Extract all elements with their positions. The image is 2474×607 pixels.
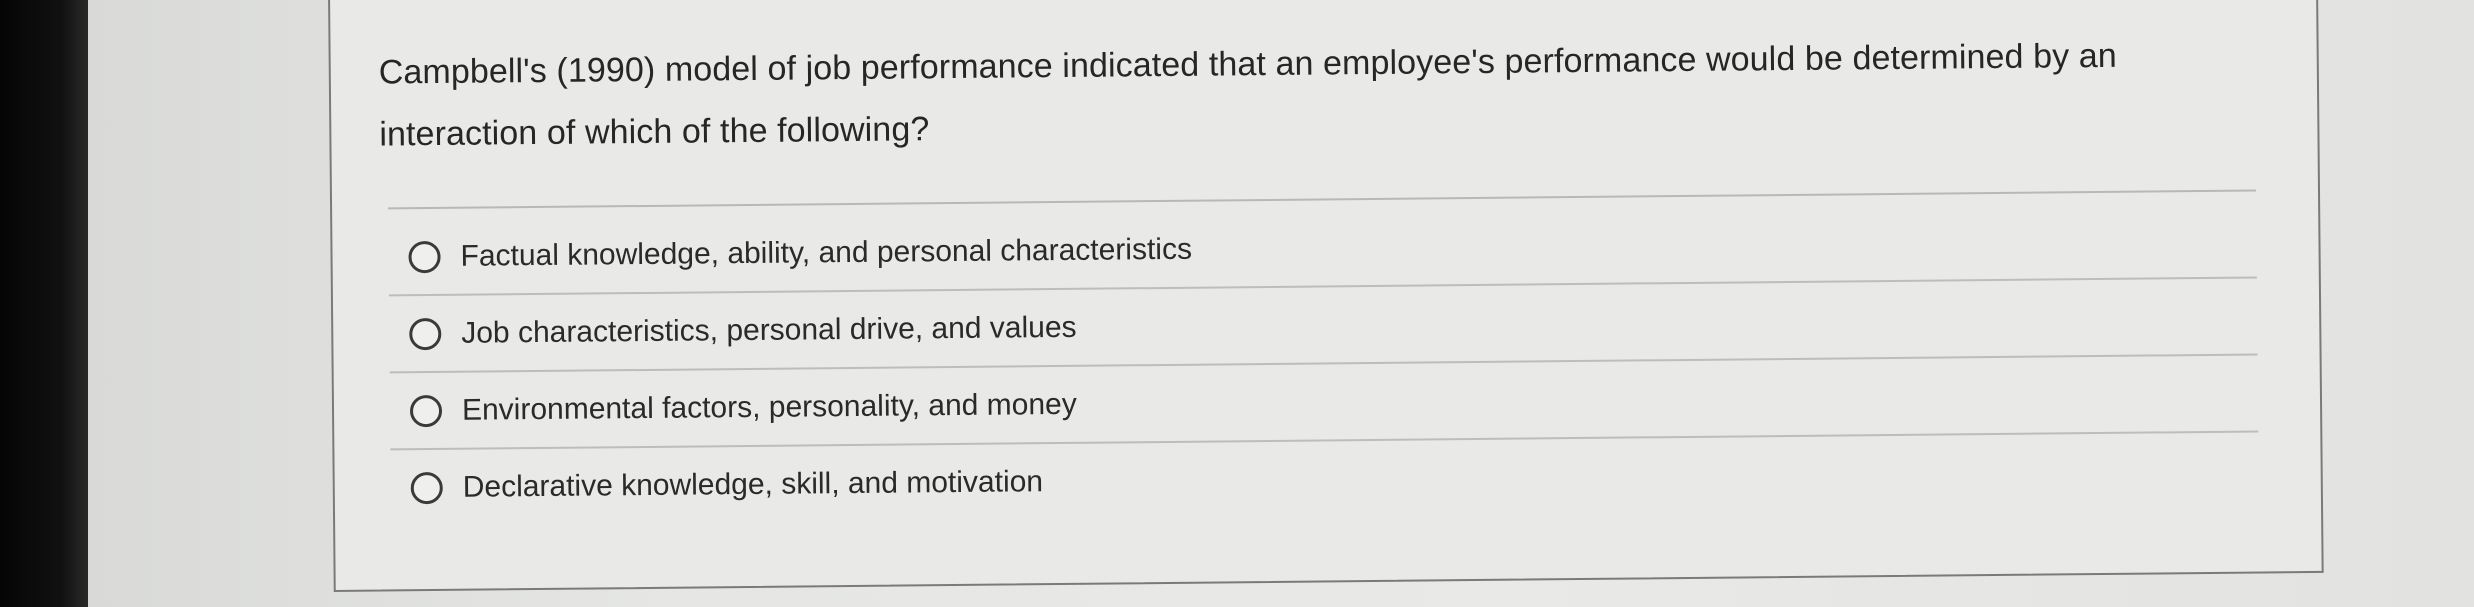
radio-button-icon[interactable] xyxy=(408,240,441,273)
answer-option-label: Factual knowledge, ability, and personal… xyxy=(460,232,1193,273)
answer-options: Factual knowledge, ability, and personal… xyxy=(388,201,2259,526)
radio-button-icon[interactable] xyxy=(409,394,443,427)
answer-option-label: Environmental factors, personality, and … xyxy=(461,387,1077,427)
question-text-line1: Campbell's (1990) model of job performan… xyxy=(378,36,2117,92)
page-background: Campbell's (1990) model of job performan… xyxy=(88,0,2474,607)
radio-button-icon[interactable] xyxy=(409,317,442,350)
question-text: Campbell's (1990) model of job performan… xyxy=(378,24,2219,166)
question-text-line2: interaction of which of the following? xyxy=(379,110,930,154)
answer-option-label: Job characteristics, personal drive, and… xyxy=(461,310,1077,350)
monitor-bezel xyxy=(0,0,88,607)
radio-button-icon[interactable] xyxy=(410,471,443,504)
answer-option-label: Declarative knowledge, skill, and motiva… xyxy=(462,464,1044,504)
question-card: Campbell's (1990) model of job performan… xyxy=(328,0,2324,592)
